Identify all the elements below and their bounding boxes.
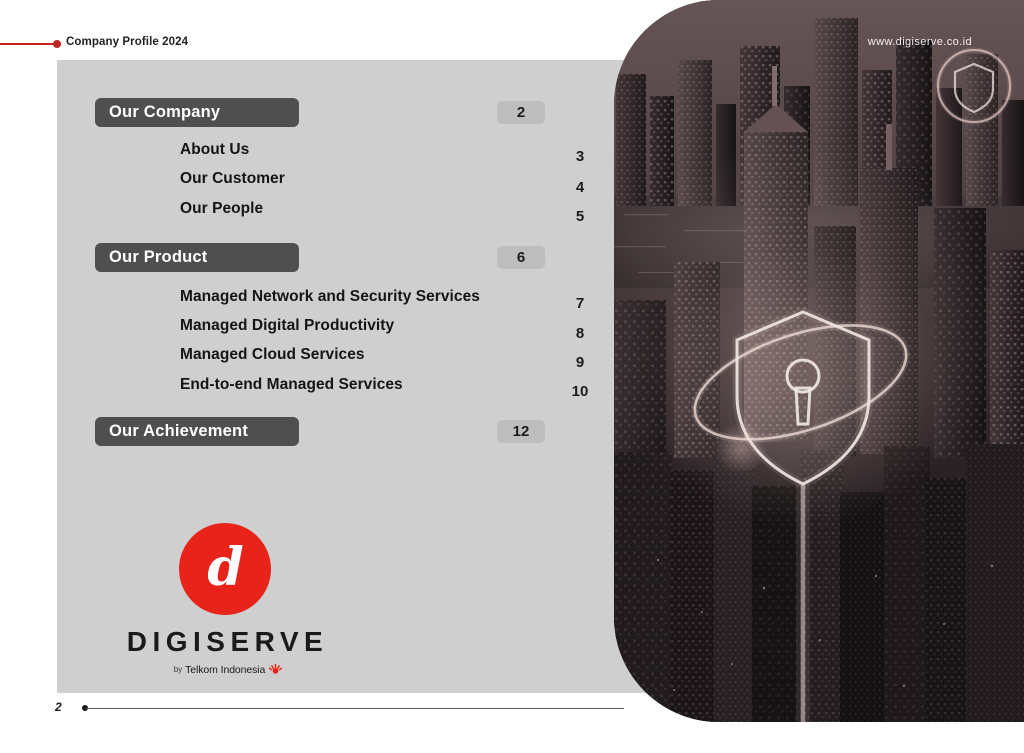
- toc-item-about-us[interactable]: About Us: [180, 141, 249, 159]
- footer-rule: [86, 707, 624, 709]
- toc-item-our-people[interactable]: Our People: [180, 200, 263, 218]
- logo-tagline: by Telkom Indonesia: [105, 663, 345, 676]
- content-panel: Our Company 2 About Us 3 Our Customer 4 …: [57, 60, 670, 693]
- toc-section-label: Our Product: [109, 248, 208, 266]
- toc-item-page-managed-network-and-security-services: 7: [575, 295, 585, 312]
- cover-photo-panel: www.digiserve.co.id: [614, 0, 1024, 722]
- toc-item-managed-cloud-services[interactable]: Managed Cloud Services: [180, 346, 365, 364]
- toc-item-page-our-customer: 4: [575, 179, 585, 196]
- toc-section-our-achievement[interactable]: Our Achievement: [95, 417, 299, 446]
- toc-item-managed-digital-productivity[interactable]: Managed Digital Productivity: [180, 317, 394, 335]
- toc-section-our-product[interactable]: Our Product: [95, 243, 299, 272]
- toc-section-label: Our Company: [109, 103, 221, 121]
- logo-monogram: d: [207, 536, 243, 598]
- website-url: www.digiserve.co.id: [867, 36, 972, 48]
- toc-section-page-our-product: 6: [497, 246, 545, 269]
- toc-section-our-company[interactable]: Our Company: [95, 98, 299, 127]
- toc-section-page-our-company: 2: [497, 101, 545, 124]
- document-header-label: Company Profile 2024: [66, 36, 189, 48]
- toc-item-page-managed-digital-productivity: 8: [575, 325, 585, 342]
- toc-item-page-about-us: 3: [575, 148, 585, 165]
- toc-item-page-managed-cloud-services: 9: [575, 354, 585, 371]
- footer-page-number: 2: [55, 700, 62, 714]
- top-accent-rule: [0, 43, 57, 45]
- toc-item-page-end-to-end-managed-services: 10: [571, 383, 589, 400]
- logo-circle-icon: d: [179, 523, 271, 615]
- toc-item-page-our-people: 5: [575, 208, 585, 225]
- digiserve-logo: d DIGISERVE by Telkom Indonesia: [105, 523, 345, 676]
- toc-item-end-to-end-managed-services[interactable]: End-to-end Managed Services: [180, 376, 403, 394]
- toc-item-our-customer[interactable]: Our Customer: [180, 170, 285, 188]
- telkom-hand-icon: [269, 663, 283, 676]
- logo-tagline-name: Telkom Indonesia: [185, 663, 266, 676]
- toc-section-page-our-achievement: 12: [497, 420, 545, 443]
- logo-tagline-by: by: [173, 665, 183, 674]
- toc-section-label: Our Achievement: [109, 422, 249, 440]
- top-accent-dot: [53, 39, 61, 48]
- logo-wordmark: DIGISERVE: [126, 626, 329, 657]
- toc-item-managed-network-and-security-services[interactable]: Managed Network and Security Services: [180, 288, 480, 306]
- cityscape-photo: [614, 0, 1024, 722]
